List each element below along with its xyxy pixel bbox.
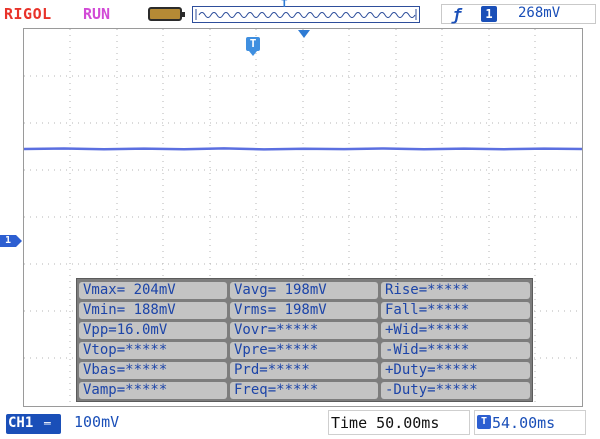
measurement-vbas: Vbas=***** xyxy=(79,362,227,379)
run-state[interactable]: RUN xyxy=(83,5,110,23)
measurement-vmin: Vmin= 188mV xyxy=(79,302,227,319)
trigger-offset: 54.00ms xyxy=(492,414,556,432)
top-status-bar: RIGOL RUN T ƒ 1 268mV xyxy=(0,0,600,28)
measurement-vtop: Vtop=***** xyxy=(79,342,227,359)
trigger-level: 268mV xyxy=(518,5,561,21)
volts-per-division[interactable]: 100mV xyxy=(74,413,119,431)
measurement-vavg: Vavg= 198mV xyxy=(230,282,378,299)
trigger-channel-badge: 1 xyxy=(481,6,497,22)
dc-coupling-icon: ═ xyxy=(44,417,51,430)
trigger-position-marker: T xyxy=(281,0,288,10)
brand-logo: RIGOL xyxy=(4,5,52,23)
measurement-pos-width: +Wid=***** xyxy=(381,322,530,339)
measurement-period: Prd=***** xyxy=(230,362,378,379)
measurement-pos-duty: +Duty=***** xyxy=(381,362,530,379)
measurement-panel: Vmax= 204mV Vavg= 198mV Rise=***** Vmin=… xyxy=(76,278,533,402)
measurement-fall: Fall=***** xyxy=(381,302,530,319)
measurement-vpp: Vpp=16.0mV xyxy=(79,322,227,339)
memory-depth-strip[interactable] xyxy=(192,6,420,23)
measurement-vamp: Vamp=***** xyxy=(79,382,227,399)
rising-edge-icon: ƒ xyxy=(452,5,462,24)
ch1-trace xyxy=(24,147,582,151)
measurement-vpre: Vpre=***** xyxy=(230,342,378,359)
battery-icon xyxy=(148,7,185,21)
channel-1-ground-marker[interactable]: 1 xyxy=(0,235,22,247)
channel-1-label: CH1 xyxy=(8,415,34,431)
measurement-vmax: Vmax= 204mV xyxy=(79,282,227,299)
memory-waveform-icon xyxy=(195,9,417,20)
measurement-neg-duty: -Duty=***** xyxy=(381,382,530,399)
measurement-rise: Rise=***** xyxy=(381,282,530,299)
trigger-position-arrow-icon xyxy=(298,30,310,38)
trigger-offset-icon: T xyxy=(477,415,491,429)
trigger-time-marker[interactable]: T xyxy=(246,37,260,56)
measurement-neg-width: -Wid=***** xyxy=(381,342,530,359)
measurement-frequency: Freq=***** xyxy=(230,382,378,399)
timebase: Time 50.00ms xyxy=(331,414,440,432)
measurement-vovr: Vovr=***** xyxy=(230,322,378,339)
measurement-vrms: Vrms= 198mV xyxy=(230,302,378,319)
